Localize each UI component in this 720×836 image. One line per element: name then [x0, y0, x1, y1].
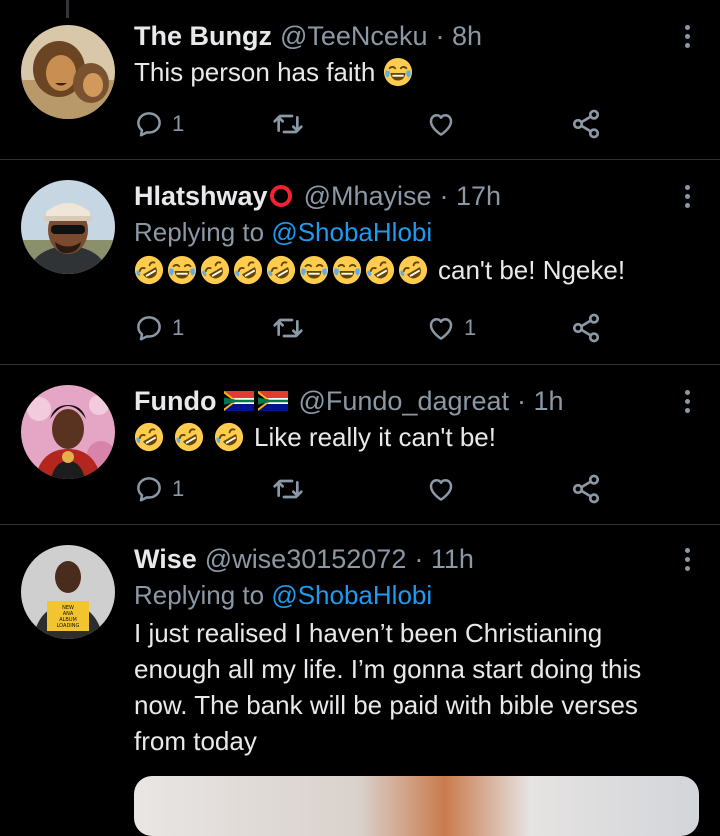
reply-icon [134, 313, 164, 343]
tweet-actions: 1 [134, 106, 604, 142]
reply-count: 1 [172, 315, 185, 340]
south-africa-flag [224, 391, 254, 411]
replying-prefix: Replying to [134, 217, 265, 247]
display-name[interactable]: Fundo [134, 383, 216, 419]
tweet-text-line: enough all my life. I’m gonna start doin… [134, 654, 642, 684]
laughing-emoji [383, 57, 413, 87]
timestamp[interactable]: · 17h [440, 178, 502, 214]
reply-count: 1 [172, 111, 185, 136]
tweet-header: The Bungz @TeeNceku · 8h [134, 18, 692, 54]
tweet-header: Hlatshway @Mhayise · 17h [134, 178, 692, 214]
retweet-button[interactable] [272, 310, 304, 346]
tweet-text: This person has faith [134, 54, 692, 90]
handle[interactable]: @Fundo_dagreat [298, 383, 509, 419]
laughing-emoji [299, 255, 329, 285]
laughing-emoji [332, 255, 362, 285]
reply-button[interactable]: 1 [134, 106, 184, 142]
handle[interactable]: @wise30152072 [205, 541, 407, 577]
timestamp[interactable]: · 1h [517, 383, 564, 419]
replying-to: Replying to @ShobaHlobi [134, 214, 692, 250]
tweet-header: Fundo @Fundo_dagreat · 1h [134, 383, 692, 419]
rofl-emoji [214, 422, 244, 452]
red-circle-icon [269, 185, 292, 207]
svg-text:LOADING: LOADING [57, 623, 80, 629]
tweet-media-image[interactable] [134, 776, 699, 836]
tweet-item[interactable]: Fundo @Fundo_dagreat · 1h Like really it… [0, 365, 720, 525]
avatar[interactable] [21, 385, 115, 479]
rofl-emoji [365, 255, 395, 285]
like-icon [426, 109, 456, 139]
rofl-emoji [134, 422, 164, 452]
tweet-text-line: I just realised I haven’t been Christian… [134, 618, 603, 648]
tweet-header: Wise @wise30152072 · 11h [134, 541, 692, 577]
share-icon [570, 108, 602, 140]
tweet-item[interactable]: Hlatshway @Mhayise · 17h Replying to @Sh… [0, 160, 720, 365]
south-africa-flag [258, 391, 288, 411]
more-icon[interactable] [682, 383, 692, 419]
like-icon [426, 313, 456, 343]
rofl-emoji [233, 255, 263, 285]
retweet-button[interactable] [272, 471, 304, 507]
avatar[interactable] [21, 180, 115, 274]
more-icon[interactable] [682, 178, 692, 214]
tweet-text-content: This person has faith [134, 57, 376, 87]
like-button[interactable] [426, 106, 456, 142]
mention-link[interactable]: @ShobaHlobi [271, 217, 432, 247]
like-button[interactable] [426, 471, 456, 507]
display-name[interactable]: Hlatshway [134, 178, 268, 214]
share-icon [570, 312, 602, 344]
more-icon[interactable] [682, 541, 692, 577]
avatar[interactable]: NEW ANA ALBUM LOADING [21, 545, 115, 639]
laughing-emoji [167, 255, 197, 285]
rofl-emoji [134, 255, 164, 285]
rofl-emoji [200, 255, 230, 285]
reply-count: 1 [172, 476, 185, 501]
share-button[interactable] [570, 310, 602, 346]
tweet-item[interactable]: The Bungz @TeeNceku · 8h This person has… [0, 0, 720, 160]
avatar[interactable] [21, 25, 115, 119]
timestamp[interactable]: · 8h [435, 18, 482, 54]
reply-icon [134, 474, 164, 504]
mention-link[interactable]: @ShobaHlobi [271, 580, 432, 610]
rofl-emoji [398, 255, 428, 285]
tweet-actions: 1 1 [134, 310, 604, 346]
retweet-icon [272, 312, 304, 344]
tweet-item[interactable]: NEW ANA ALBUM LOADING Wise @wise30152072… [0, 525, 720, 802]
retweet-icon [272, 473, 304, 505]
retweet-icon [272, 108, 304, 140]
display-name[interactable]: The Bungz [134, 18, 272, 54]
rofl-emoji [174, 422, 204, 452]
more-icon[interactable] [682, 18, 692, 54]
replying-prefix: Replying to [134, 580, 265, 610]
tweet-text-content: can't be! Ngeke! [438, 255, 626, 285]
timestamp[interactable]: · 11h [414, 541, 474, 577]
tweet-text: Like really it can't be! [134, 419, 692, 455]
replying-to: Replying to @ShobaHlobi [134, 577, 692, 613]
handle[interactable]: @TeeNceku [280, 18, 427, 54]
like-count: 1 [464, 315, 477, 340]
display-name[interactable]: Wise [134, 541, 197, 577]
like-button[interactable]: 1 [426, 310, 476, 346]
share-button[interactable] [570, 471, 602, 507]
reply-icon [134, 109, 164, 139]
handle[interactable]: @Mhayise [304, 178, 432, 214]
share-button[interactable] [570, 106, 602, 142]
tweet-actions: 1 [134, 471, 604, 507]
tweet-text-content: Like really it can't be! [254, 422, 496, 452]
tweet-text: I just realised I haven’t been Christian… [134, 615, 692, 759]
reply-button[interactable]: 1 [134, 471, 184, 507]
retweet-button[interactable] [272, 106, 304, 142]
rofl-emoji [266, 255, 296, 285]
tweet-text-line: now. The bank will be paid with bible ve… [134, 690, 638, 720]
share-icon [570, 473, 602, 505]
reply-button[interactable]: 1 [134, 310, 184, 346]
tweet-text-line: from today [134, 726, 257, 756]
like-icon [426, 474, 456, 504]
tweet-text: can't be! Ngeke! [134, 252, 692, 288]
